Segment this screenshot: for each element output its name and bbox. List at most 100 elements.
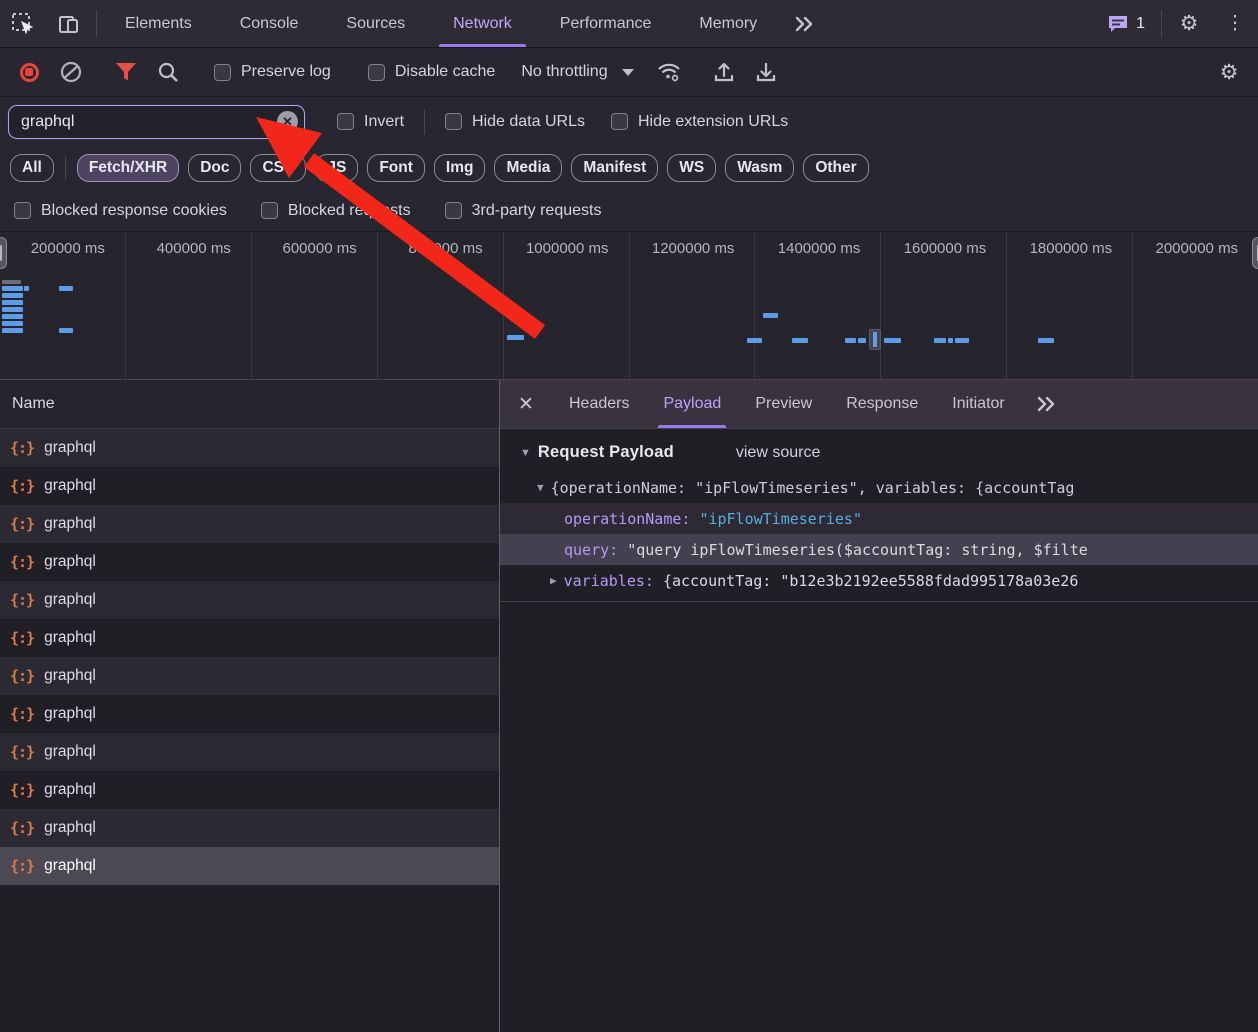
pill-other[interactable]: Other: [803, 154, 868, 182]
request-row[interactable]: {:}graphql: [0, 581, 499, 619]
timeline-brush-handle-right[interactable]: [1252, 237, 1258, 269]
collapse-triangle-icon[interactable]: ▼: [520, 447, 531, 459]
request-row[interactable]: {:}graphql: [0, 505, 499, 543]
json-braces-icon: {:}: [10, 439, 34, 457]
request-name: graphql: [44, 591, 96, 609]
request-row[interactable]: {:}graphql: [0, 619, 499, 657]
tab-label: Memory: [699, 15, 757, 33]
checkbox-icon: [337, 113, 354, 130]
detail-tab-response[interactable]: Response: [829, 380, 935, 428]
filter-input[interactable]: [21, 113, 277, 131]
record-network-log-button[interactable]: [10, 55, 48, 89]
tab-label: Sources: [346, 15, 405, 33]
pill-img[interactable]: Img: [434, 154, 486, 182]
timeline-request-bar: [763, 313, 778, 318]
request-row[interactable]: {:}graphql: [0, 771, 499, 809]
request-row[interactable]: {:} graphql: [0, 429, 499, 467]
column-header-name[interactable]: Name: [0, 380, 499, 429]
network-overview-timeline[interactable]: 200000 ms 400000 ms 600000 ms 800000 ms …: [0, 232, 1258, 380]
import-har-button[interactable]: [705, 55, 743, 89]
payload-row-variables[interactable]: ▶ variables: {accountTag: "b12e3b2192ee5…: [500, 565, 1258, 596]
issues-button[interactable]: 1: [1095, 0, 1157, 47]
detail-tab-payload[interactable]: Payload: [646, 380, 738, 428]
request-row[interactable]: {:}graphql: [0, 467, 499, 505]
payload-row-operation-name[interactable]: operationName: "ipFlowTimeseries": [500, 503, 1258, 534]
payload-row-query-selected[interactable]: query: "query ipFlowTimeseries($accountT…: [500, 534, 1258, 565]
invert-checkbox[interactable]: Invert: [327, 113, 414, 131]
preserve-log-checkbox[interactable]: Preserve log: [204, 63, 341, 81]
inspect-element-button[interactable]: [0, 0, 46, 47]
pill-js[interactable]: JS: [315, 154, 358, 182]
network-filter-row: ✕ Invert Hide data URLs Hide extension U…: [0, 97, 1258, 146]
tab-performance[interactable]: Performance: [536, 0, 676, 47]
request-row[interactable]: {:}graphql: [0, 733, 499, 771]
view-source-link[interactable]: view source: [736, 444, 820, 462]
request-row[interactable]: {:}graphql: [0, 657, 499, 695]
network-settings-button[interactable]: ⚙: [1210, 55, 1248, 89]
detail-tab-initiator[interactable]: Initiator: [935, 380, 1021, 428]
device-toolbar-button[interactable]: [46, 0, 92, 47]
filter-toggle-button[interactable]: [107, 55, 145, 89]
pill-font[interactable]: Font: [367, 154, 425, 182]
timeline-request-bar: [934, 338, 946, 343]
request-row[interactable]: {:}graphql: [0, 695, 499, 733]
chevron-down-icon: [622, 69, 634, 76]
gear-icon: ⚙: [1220, 62, 1239, 83]
tab-console[interactable]: Console: [216, 0, 323, 47]
payload-root-row[interactable]: ▼ {operationName: "ipFlowTimeseries", va…: [500, 472, 1258, 503]
tab-network[interactable]: Network: [429, 0, 536, 47]
throttling-select[interactable]: No throttling: [509, 63, 645, 81]
tab-elements[interactable]: Elements: [101, 0, 216, 47]
timeline-brush-handle-left[interactable]: [0, 237, 7, 269]
request-row[interactable]: {:}graphql: [0, 543, 499, 581]
pill-all[interactable]: All: [10, 154, 54, 182]
pill-fetch-xhr[interactable]: Fetch/XHR: [77, 154, 179, 182]
tab-memory[interactable]: Memory: [675, 0, 781, 47]
timeline-request-bar: [59, 328, 73, 333]
request-row-selected[interactable]: {:}graphql: [0, 847, 499, 885]
hide-extension-urls-checkbox[interactable]: Hide extension URLs: [601, 113, 798, 131]
menu-button[interactable]: ⋮: [1212, 0, 1258, 47]
clear-filter-icon[interactable]: ✕: [277, 111, 298, 132]
payload-object-preview: {operationName: "ipFlowTimeseries", vari…: [551, 479, 1075, 497]
pill-media[interactable]: Media: [494, 154, 562, 182]
detail-tab-preview[interactable]: Preview: [738, 380, 829, 428]
kebab-menu-icon: ⋮: [1226, 14, 1245, 33]
network-conditions-button[interactable]: [650, 55, 688, 89]
request-name: graphql: [44, 781, 96, 799]
pill-doc[interactable]: Doc: [188, 154, 241, 182]
more-detail-tabs-button[interactable]: [1022, 380, 1070, 428]
third-party-requests-checkbox[interactable]: 3rd-party requests: [435, 202, 612, 220]
timeline-request-bar: [858, 338, 866, 343]
more-tabs-button[interactable]: [781, 0, 827, 47]
close-detail-button[interactable]: ✕: [500, 380, 552, 428]
request-name: graphql: [44, 439, 96, 457]
tab-sources[interactable]: Sources: [322, 0, 429, 47]
timeline-request-bar: [955, 338, 969, 343]
search-button[interactable]: [149, 55, 187, 89]
clear-network-log-button[interactable]: [52, 55, 90, 89]
blocked-response-cookies-checkbox[interactable]: Blocked response cookies: [4, 202, 237, 220]
checkbox-icon: [261, 202, 278, 219]
pill-manifest[interactable]: Manifest: [571, 154, 658, 182]
tab-label: Payload: [663, 395, 721, 413]
timeline-bars: [0, 232, 1258, 379]
issues-count: 1: [1136, 15, 1145, 33]
request-row[interactable]: {:}graphql: [0, 809, 499, 847]
pill-ws[interactable]: WS: [667, 154, 716, 182]
detail-tab-headers[interactable]: Headers: [552, 380, 646, 428]
pill-wasm[interactable]: Wasm: [725, 154, 794, 182]
blocked-requests-checkbox[interactable]: Blocked requests: [251, 202, 421, 220]
filter-input-box[interactable]: ✕: [8, 105, 305, 139]
settings-button[interactable]: ⚙: [1166, 0, 1212, 47]
pill-css[interactable]: CSS: [250, 154, 306, 182]
funnel-icon: [115, 62, 137, 82]
record-icon: [20, 63, 39, 82]
timeline-request-bar: [1038, 338, 1054, 343]
export-har-button[interactable]: [747, 55, 785, 89]
disable-cache-checkbox[interactable]: Disable cache: [358, 63, 506, 81]
expand-triangle-icon[interactable]: ▼: [537, 481, 544, 494]
expand-triangle-icon[interactable]: ▶: [550, 574, 557, 587]
hide-data-urls-checkbox[interactable]: Hide data URLs: [435, 113, 595, 131]
search-icon: [157, 61, 179, 83]
